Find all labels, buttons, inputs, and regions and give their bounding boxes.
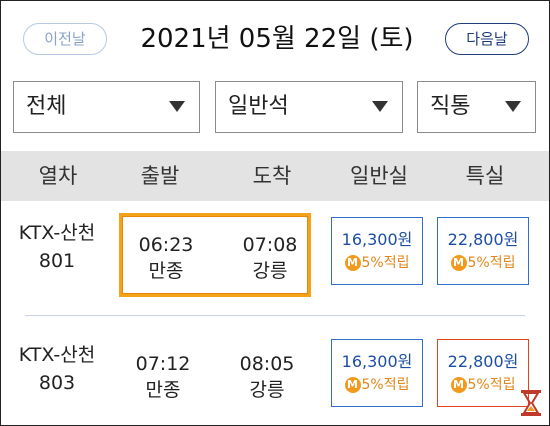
date-header: 이전날 2021년 05월 22일 (토) 다음날 — [1, 1, 549, 73]
train-name-cell: KTX-산천 801 — [7, 219, 107, 275]
seat-type-value: 일반석 — [228, 94, 289, 119]
mileage-label: M 5%적립 — [438, 253, 528, 273]
next-day-button[interactable]: 다음날 — [445, 23, 529, 55]
arrival-time: 08:05 — [239, 353, 295, 375]
prev-day-button[interactable]: 이전날 — [23, 23, 107, 55]
general-fare-button[interactable]: 16,300원 M 5%적립 — [331, 339, 423, 407]
schedule-block[interactable]: 07:12 만종 08:05 강릉 — [119, 335, 311, 419]
train-row[interactable]: KTX-산천 801 06:23 만종 07:08 강릉 16,300원 M 5%… — [1, 201, 549, 313]
train-name: KTX-산천 — [18, 344, 96, 366]
route-type-value: 직통 — [430, 94, 471, 119]
caret-down-icon — [505, 101, 521, 112]
route-type-select[interactable]: 직통 — [417, 81, 536, 133]
filter-bar: 전체 일반석 직통 — [1, 73, 549, 149]
app-frame: 이전날 2021년 05월 22일 (토) 다음날 전체 일반석 직통 열차 출… — [0, 0, 550, 426]
date-title: 2021년 05월 22일 (토) — [140, 24, 414, 54]
special-fare-button[interactable]: 22,800원 M 5%적립 — [437, 217, 529, 285]
caret-down-icon — [169, 101, 185, 112]
hourglass-icon — [521, 390, 541, 416]
seat-type-select[interactable]: 일반석 — [215, 81, 403, 133]
mileage-badge-icon: M — [450, 377, 467, 393]
column-special: 특실 — [465, 164, 505, 188]
fare-price: 16,300원 — [341, 230, 413, 249]
departure-time: 06:23 — [138, 234, 194, 256]
arrival-station: 강릉 — [252, 260, 288, 282]
column-train: 열차 — [38, 164, 78, 188]
departure-station: 만종 — [148, 260, 184, 282]
mileage-label: M 5%적립 — [438, 375, 528, 395]
train-name: KTX-산천 — [18, 222, 96, 244]
special-fare-button[interactable]: 22,800원 M 5%적립 — [437, 339, 529, 407]
fare-price: 22,800원 — [447, 230, 519, 249]
mileage-badge-icon: M — [344, 255, 361, 271]
arrival: 08:05 강릉 — [227, 351, 307, 403]
departure: 06:23 만종 — [126, 232, 206, 284]
column-departure: 출발 — [140, 164, 180, 188]
mileage-label: M 5%적립 — [332, 253, 422, 273]
departure: 07:12 만종 — [123, 351, 203, 403]
departure-time: 07:12 — [135, 353, 191, 375]
arrival-time: 07:08 — [242, 234, 298, 256]
row-divider — [25, 315, 525, 316]
mileage-badge-icon: M — [344, 377, 361, 393]
mileage-badge-icon: M — [450, 255, 467, 271]
mileage-text: 5%적립 — [361, 255, 410, 271]
train-row[interactable]: KTX-산천 803 07:12 만종 08:05 강릉 16,300원 M 5%… — [1, 323, 549, 425]
fare-price: 22,800원 — [447, 352, 519, 371]
mileage-text: 5%적립 — [467, 255, 516, 271]
general-fare-button[interactable]: 16,300원 M 5%적립 — [331, 217, 423, 285]
train-number: 803 — [38, 372, 76, 394]
arrival-station: 강릉 — [249, 379, 285, 401]
fare-price: 16,300원 — [341, 352, 413, 371]
schedule-block[interactable]: 06:23 만종 07:08 강릉 — [119, 213, 311, 297]
departure-station: 만종 — [145, 379, 181, 401]
train-number: 801 — [38, 250, 76, 272]
train-type-select[interactable]: 전체 — [13, 81, 200, 133]
caret-down-icon — [372, 101, 388, 112]
train-type-value: 전체 — [26, 94, 67, 119]
mileage-label: M 5%적립 — [332, 375, 422, 395]
column-general: 일반실 — [350, 164, 408, 188]
train-name-cell: KTX-산천 803 — [7, 341, 107, 397]
mileage-text: 5%적립 — [467, 377, 516, 393]
mileage-text: 5%적립 — [361, 377, 410, 393]
column-arrival: 도착 — [252, 164, 292, 188]
arrival: 07:08 강릉 — [230, 232, 310, 284]
column-header: 열차 출발 도착 일반실 특실 — [1, 151, 549, 201]
